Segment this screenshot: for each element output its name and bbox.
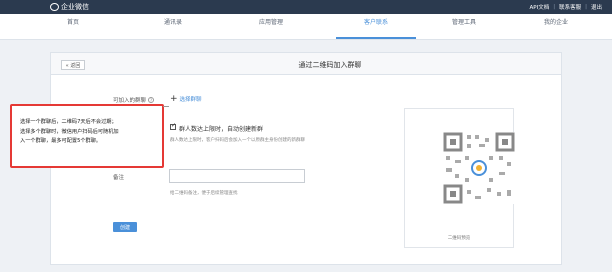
tooltip-text: 选择一个群聊后，二维码7天后不会过期； 选择多个群聊时，微信用户扫码后可随机加 … xyxy=(20,118,160,147)
active-tab-indicator xyxy=(336,37,416,39)
remark-input[interactable] xyxy=(169,169,305,183)
remark-hint: 给二维码备注，便于后续管理查找 xyxy=(170,191,238,196)
tooltip-line: 入一个群聊，最多可配置5个群聊。 xyxy=(20,138,102,144)
app-logo[interactable]: 企业微信 xyxy=(50,2,89,12)
app-name: 企业微信 xyxy=(61,3,89,11)
nav-home[interactable]: 首页 xyxy=(43,17,103,26)
api-docs-link[interactable]: API文档 xyxy=(530,3,550,11)
nav-apps[interactable]: 应用管理 xyxy=(241,17,301,26)
top-links: API文档 | 联系客服 | 退出 xyxy=(530,3,602,11)
create-button[interactable]: 创建 xyxy=(113,222,137,232)
page-title: 通过二维码加入群聊 xyxy=(298,61,362,69)
tooltip-line: 选择一个群聊后，二维码7天后不会过期； xyxy=(20,119,117,125)
top-bar xyxy=(0,0,612,14)
auto-create-checkbox[interactable] xyxy=(170,122,176,130)
contact-support-link[interactable]: 联系客服 xyxy=(559,3,581,11)
auto-create-label: 群人数达上限时，自动创建新群 xyxy=(179,126,264,133)
nav-my-company[interactable]: 我的企业 xyxy=(526,17,586,26)
tooltip-pointer xyxy=(163,106,169,116)
group-field-label: 可加入的群聊? xyxy=(113,96,155,104)
tooltip-line: 选择多个群聊时，微信用户扫码后可随机加 xyxy=(20,128,119,135)
logout-link[interactable]: 退出 xyxy=(591,3,602,11)
wework-logo-icon xyxy=(50,3,59,11)
plus-icon: + xyxy=(170,94,178,104)
nav-customer-contact[interactable]: 客户联系 xyxy=(346,17,406,26)
nav-contacts[interactable]: 通讯录 xyxy=(143,17,203,26)
qr-caption: 二维码预览 xyxy=(447,236,471,241)
divider: | xyxy=(585,4,587,10)
divider: | xyxy=(553,4,556,10)
select-group-button[interactable]: + 选择群聊 xyxy=(170,94,202,104)
auto-create-description: 群人数达上限时，客户扫码后会加入一个以原群主身份创建的新群聊 xyxy=(170,138,305,143)
help-icon[interactable]: ? xyxy=(148,97,155,103)
nav-tools[interactable]: 管理工具 xyxy=(434,17,494,26)
select-group-label: 选择群聊 xyxy=(179,97,202,103)
back-button[interactable]: « 返回 xyxy=(61,60,85,70)
qr-code-preview xyxy=(443,132,515,204)
remark-label: 备注 xyxy=(113,175,125,181)
